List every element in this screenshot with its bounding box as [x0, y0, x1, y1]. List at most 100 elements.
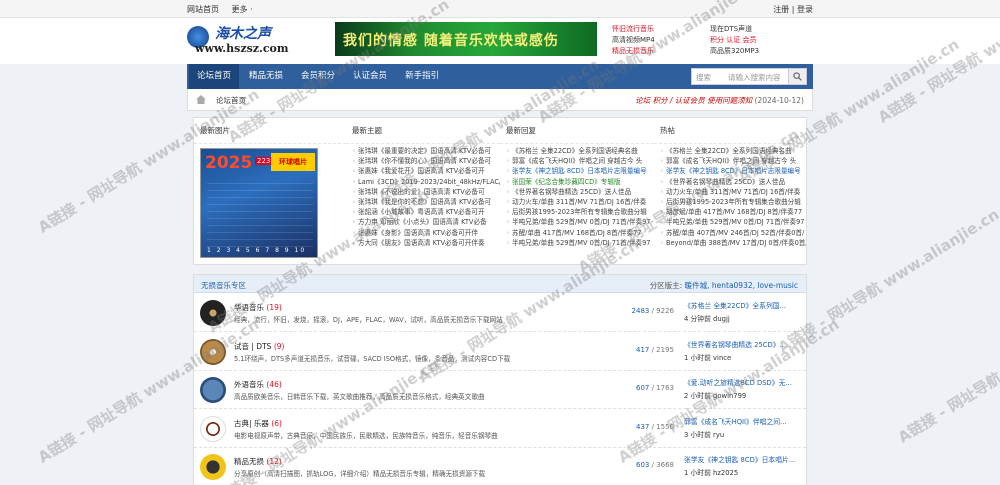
play-icon[interactable] — [200, 377, 226, 404]
nav-verified-member[interactable]: 认证会员 — [345, 64, 395, 89]
header-link[interactable]: 积分 认证 会员 — [710, 35, 756, 46]
last-post-title[interactable]: 《世界著名钢琴曲精选 25CD》... — [684, 339, 802, 350]
headphone-icon[interactable] — [200, 454, 226, 481]
forum-title[interactable]: 无损音乐专区 — [201, 280, 246, 291]
cd-icon[interactable] — [200, 338, 226, 365]
last-post-title[interactable]: 《苏格兰 全集22CD》全系列国... — [684, 300, 802, 311]
list-item[interactable]: 张学友《神之钥匙 8CD》日本唱片志限量编号 — [506, 166, 654, 176]
list-item[interactable]: 张玮琪《不说出的爱》国语高清 KTV必备可 — [352, 187, 500, 197]
list-item[interactable]: 《苏格兰 全集22CD》全系列国语经典名曲 — [660, 146, 806, 156]
list-item[interactable]: 半吨兄弟/单曲 529首/MV 0首/DJ 71首/伴奏97 — [506, 217, 654, 227]
list-item[interactable]: 后街男孩1995-2023年所有专辑集合歌曲分辑 — [660, 197, 806, 207]
list-item[interactable]: 郭富《成名飞天HQII》伴唱之间 穿越古今 头 — [660, 156, 806, 166]
watermark: A链接 - 网址导航 www.alianjie.cn — [775, 205, 1000, 357]
thread-count: 417 — [635, 345, 650, 354]
nav-newbie-guide[interactable]: 新手指引 — [397, 64, 447, 89]
forum-name[interactable]: 华语音乐 (19) — [234, 302, 282, 313]
last-post-meta[interactable]: 3 小时前 ryu — [684, 429, 802, 439]
list-item[interactable]: 方大同《朋友》国语高清 KTV必备可开伴奏 — [352, 238, 500, 248]
list-item[interactable]: 后街男孩1995-2023年所有专辑集合歌曲分辑 — [506, 207, 654, 217]
more-link[interactable]: 更多 · — [232, 5, 253, 14]
list-item[interactable]: 方力申 邓丽欣《小点头》国语高清 KTV必备 — [352, 217, 500, 227]
forum-today-count: (46) — [266, 380, 282, 390]
list-item[interactable]: 《苏格兰 全集22CD》全系列国语经典名曲 — [506, 146, 654, 156]
last-post-title[interactable]: 郭富《成名飞天HQII》伴唱之间... — [684, 416, 802, 427]
list-item[interactable]: 半吨兄弟/单曲 529首/MV 0首/DJ 71首/伴奏97 — [506, 238, 654, 248]
list-item[interactable]: Beyond/单曲 388首/MV 17首/DJ 0首/伴奏0首/专辑 — [660, 238, 806, 248]
home-icon[interactable] — [196, 95, 206, 104]
header-link[interactable]: 怀旧流行音乐 — [612, 24, 654, 35]
list-item[interactable]: 张玮琪《你不懂我的心》国语高清 KTV必备可 — [352, 156, 500, 166]
poster-year: 2025 — [205, 153, 253, 173]
forum-name[interactable]: 外语音乐 (46) — [234, 379, 282, 390]
list-item[interactable]: 张学友《神之钥匙 8CD》日本唱片志限量编号 — [660, 166, 806, 176]
guitar-icon[interactable] — [200, 415, 226, 442]
list-item[interactable]: 张惠妹《我爱花开》国语高清 KTV必备可开 — [352, 166, 500, 176]
list-item[interactable]: 胡彦斌/单曲 417首/MV 168首/DJ 8首/伴奏77 — [660, 207, 806, 217]
list-item[interactable]: 张国荣《纪念合集珍藏四CD》专辑版 — [506, 177, 654, 187]
header-link[interactable]: 现在DTS声道 — [710, 24, 752, 35]
list-item[interactable]: 《世界著名钢琴曲精选 25CD》送人佳品 — [506, 187, 654, 197]
site-logo[interactable]: 海木之声 www.hszsz.com — [187, 20, 302, 60]
login-link[interactable]: 登录 — [797, 5, 813, 14]
last-post: 《苏格兰 全集22CD》全系列国... 4 分钟前 dugjj — [684, 300, 802, 323]
list-item[interactable]: 张玮琪《最重要的决定》国语高清 KTV必备可 — [352, 146, 500, 156]
last-post-meta[interactable]: 4 分钟前 dugjj — [684, 313, 802, 323]
latest-images-col: 最新图片 2025 223 环球唱片 1 2 3 4 5 6 7 8 9 10 — [194, 118, 346, 264]
list-item[interactable]: 苏醒/单曲 407首/MV 246首/DJ 52首/伴奏0首/ — [660, 228, 806, 238]
col-title: 最新主题 — [346, 118, 500, 144]
last-post-meta[interactable]: 1 小时前 vince — [684, 352, 802, 362]
list-item[interactable]: 动力火车/单曲 311首/MV 71首/DJ 16首/伴奏 — [506, 197, 654, 207]
header-links: 怀旧流行音乐 现在DTS声道 高清视频MP4 积分 认证 会员 精品无损音乐 高品质3… — [612, 24, 812, 57]
register-link[interactable]: 注册 — [773, 5, 789, 14]
list-item[interactable]: 半吨兄弟/单曲 529首/MV 0首/DJ 71首/伴奏97 — [660, 217, 806, 227]
latest-image[interactable]: 2025 223 环球唱片 1 2 3 4 5 6 7 8 9 10 — [200, 148, 318, 258]
search-button[interactable] — [788, 69, 806, 84]
last-post-meta[interactable]: 2 小时前 gowin799 — [684, 390, 802, 400]
banner-text: 我们的情感 随着音乐欢快或感伤 — [343, 33, 559, 49]
forum-row: 试音 | DTS (9) 5.1环绕声，DTS多声道无损音乐，试音碟，SACD I… — [194, 333, 806, 371]
forum-name[interactable]: 古典| 乐器 (6) — [234, 418, 282, 429]
list-item[interactable]: 《世界著名钢琴曲精选 25CD》送人佳品 — [660, 177, 806, 187]
nav-forum-home[interactable]: 论坛首页 — [189, 64, 240, 89]
vinyl-icon[interactable] — [200, 300, 226, 326]
list-item[interactable]: 动力火车/单曲 311首/MV 71首/DJ 16首/伴奏 — [660, 187, 806, 197]
header-banner[interactable]: 我们的情感 随着音乐欢快或感伤 — [335, 22, 597, 56]
hot-col: 热帖 《苏格兰 全集22CD》全系列国语经典名曲郭富《成名飞天HQII》伴唱之间… — [654, 118, 806, 264]
notice-link[interactable]: 论坛 积分 / 认证会员 使用问题须知 (2024-10-12) — [635, 95, 804, 106]
last-post-title[interactable]: 张学友《神之钥匙 8CD》日本唱片... — [684, 454, 802, 465]
last-post-meta[interactable]: 1 小时前 hz2025 — [684, 467, 802, 477]
thread-count: 2483 — [631, 307, 650, 315]
forum-name[interactable]: 精品无损 (12) — [234, 456, 282, 467]
search-input[interactable]: 请输入搜索内容 — [728, 72, 781, 83]
top-left-links: 网站首页 更多 · — [187, 4, 263, 15]
hot-list: 《苏格兰 全集22CD》全系列国语经典名曲郭富《成名飞天HQII》伴唱之间 穿越… — [654, 146, 806, 248]
header-link[interactable]: 高清视频MP4 — [612, 35, 655, 46]
header-link[interactable]: 高品质320MP3 — [710, 46, 759, 57]
list-item[interactable]: 张玮琪《我是你的不想》国语高清 KTV必备可 — [352, 197, 500, 207]
forum-today-count: (12) — [266, 457, 282, 467]
poster-label: 环球唱片 — [271, 153, 315, 171]
list-item[interactable]: 苏醒/单曲 417首/MV 168首/DJ 8首/伴奏77 — [506, 228, 654, 238]
poster-pager[interactable]: 1 2 3 4 5 6 7 8 9 10 — [207, 247, 306, 254]
list-item[interactable]: Lami《3CD》2019-2023/24bit_48kHz/FLAC/CT — [352, 177, 500, 187]
breadcrumb: 论坛首页 论坛 积分 / 认证会员 使用问题须知 (2024-10-12) — [187, 89, 813, 111]
last-post-title[interactable]: 《爱.动听之旅精选8CD DSD》无... — [684, 377, 802, 388]
nav-lossless[interactable]: 精品无损 — [241, 64, 291, 89]
forum-stats: 607 / 1763 — [635, 384, 674, 393]
home-link[interactable]: 网站首页 — [187, 5, 219, 14]
search-type-select[interactable]: 搜索 — [696, 72, 711, 83]
moderator-links[interactable]: 暖件城, henta0932, love-music — [685, 281, 798, 290]
list-item[interactable]: 张韶涵《小城故事》粤语高清 KTV必备可开 — [352, 207, 500, 217]
breadcrumb-path[interactable]: 论坛首页 — [216, 95, 246, 106]
list-item[interactable]: 张惠妹《身影》国语高清 KTV必备可开伴 — [352, 228, 500, 238]
search-icon — [793, 72, 802, 81]
forum-row: 精品无损 (12) 分享原创（高清扫描图，抓轨LOG，详细介绍）精品无损音乐专辑，… — [194, 448, 806, 485]
post-count: 1556 — [656, 422, 674, 431]
header-link[interactable]: 精品无损音乐 — [612, 46, 654, 57]
nav-member-points[interactable]: 会员积分 — [293, 64, 343, 89]
list-item[interactable]: 郭富《成名飞天HQII》伴唱之间 穿越古今 头 — [506, 156, 654, 166]
forum-name[interactable]: 试音 | DTS (9) — [234, 341, 284, 352]
forum-row: 华语音乐 (19) 经典，流行，怀旧，发烧，摇滚，DJ，APE，FLAC，WAV，… — [194, 294, 806, 332]
forum-desc: 5.1环绕声，DTS多声道无损音乐，试音碟，SACD ISO格式，镜像，条音品，… — [234, 354, 511, 363]
